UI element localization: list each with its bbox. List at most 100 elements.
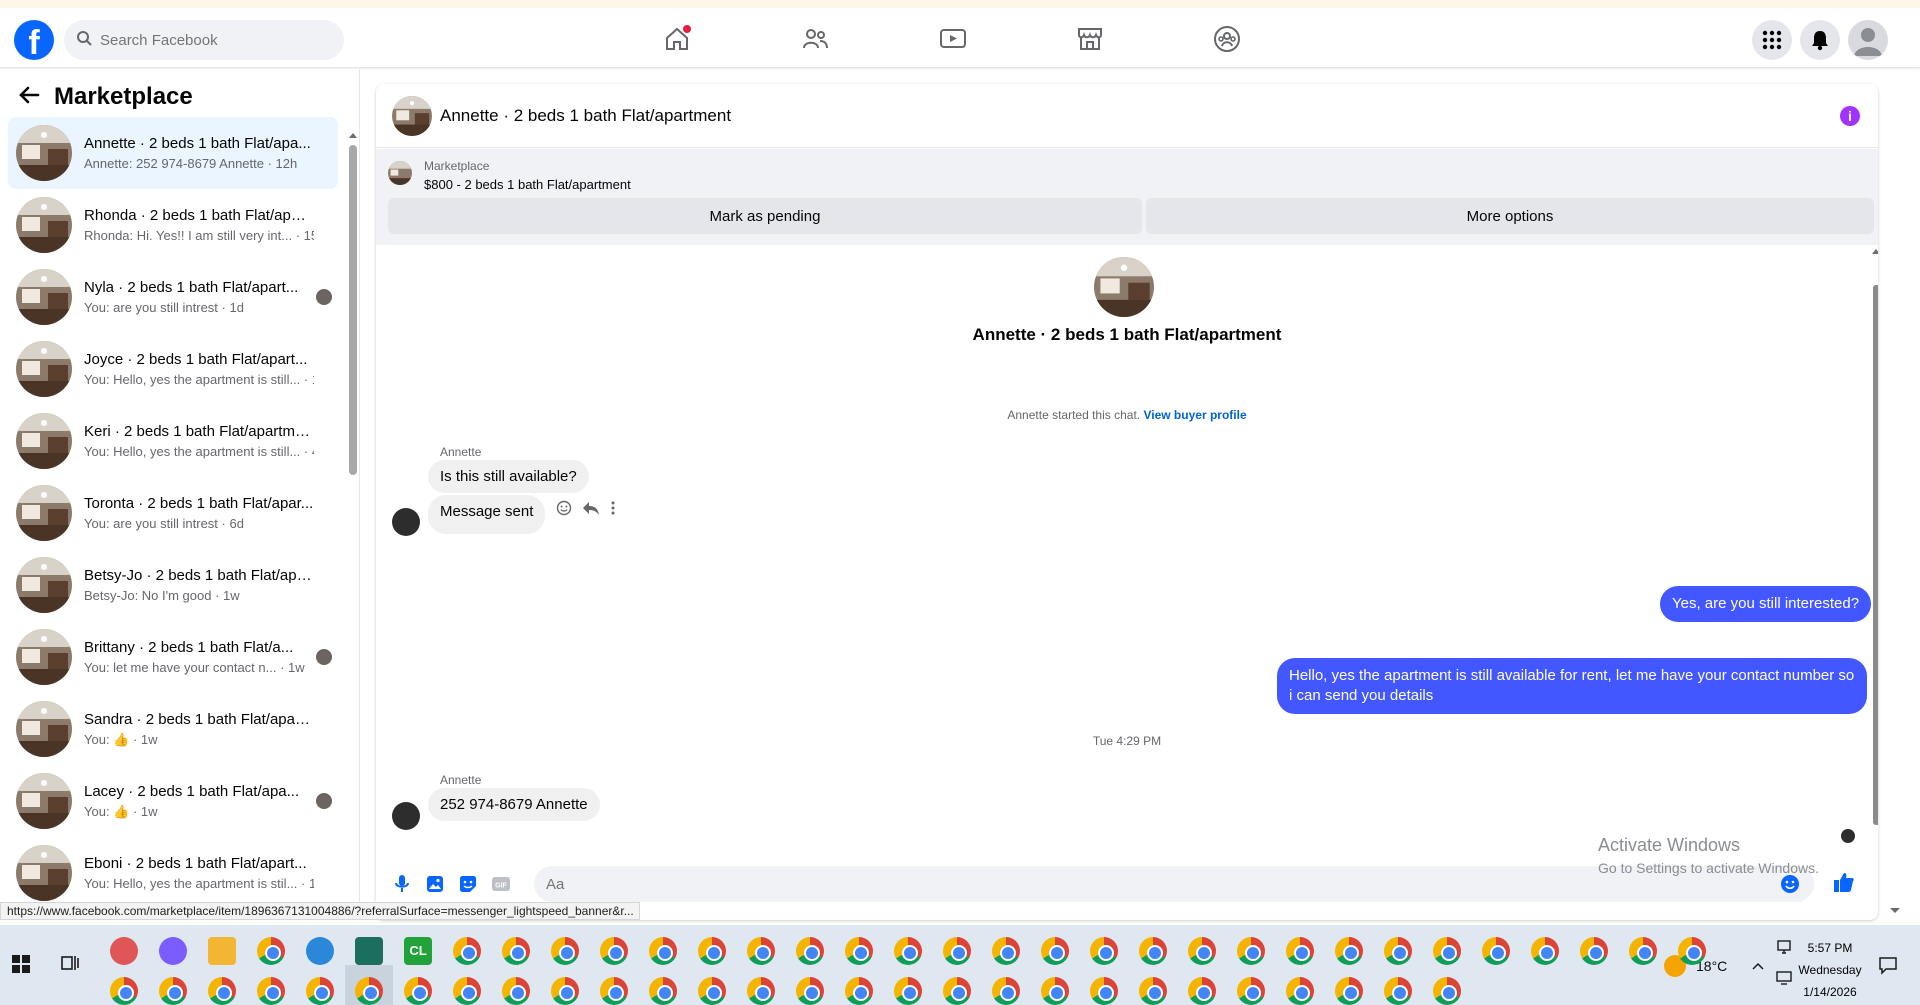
chrome-profile-icon[interactable] [1188, 937, 1216, 965]
more-vertical-icon[interactable] [610, 500, 616, 521]
listing-price-title[interactable]: $800 - 2 beds 1 bath Flat/apartment [424, 177, 631, 192]
chrome-profile-icon[interactable] [1237, 977, 1265, 1005]
chrome-profile-icon[interactable] [698, 977, 726, 1005]
chat-title[interactable]: Annette · 2 beds 1 bath Flat/apartment [440, 106, 731, 126]
outgoing-message[interactable]: Hello, yes the apartment is still availa… [1277, 658, 1867, 714]
chrome-profile-icon[interactable] [1384, 977, 1412, 1005]
reply-icon[interactable] [582, 500, 600, 521]
conversation-item[interactable]: Annette · 2 beds 1 bath Flat/apa... Annet… [8, 117, 338, 189]
chrome-profile-icon[interactable] [404, 977, 432, 1005]
back-arrow-icon[interactable] [18, 85, 40, 110]
buyer-avatar[interactable] [392, 802, 420, 830]
info-icon[interactable]: i [1840, 106, 1860, 126]
craigslist-app-icon[interactable]: CL [404, 937, 432, 965]
chrome-profile-icon[interactable] [1090, 977, 1118, 1005]
view-buyer-profile-link[interactable]: View buyer profile [1143, 408, 1246, 422]
page-scrollbar[interactable] [1888, 69, 1902, 920]
chrome-profile-icon[interactable] [551, 937, 579, 965]
chrome-profile-icon[interactable] [1286, 937, 1314, 965]
chrome-profile-icon[interactable] [502, 937, 530, 965]
incoming-message[interactable]: Message sent [428, 495, 546, 534]
microphone-icon[interactable] [388, 870, 416, 898]
chrome-profile-icon[interactable] [1286, 977, 1314, 1005]
react-emoji-icon[interactable] [556, 500, 572, 521]
outgoing-message[interactable]: Yes, are you still interested? [1660, 586, 1872, 622]
chrome-profile-icon[interactable] [845, 977, 873, 1005]
chrome-profile-icon[interactable] [1139, 937, 1167, 965]
chrome-profile-icon[interactable] [747, 937, 775, 965]
conversation-item[interactable]: Eboni · 2 beds 1 bath Flat/apart... You: … [8, 837, 338, 909]
chrome-profile-icon[interactable] [110, 977, 138, 1005]
chrome-profile-icon[interactable] [1335, 937, 1363, 965]
chrome-profile-icon[interactable] [159, 977, 187, 1005]
conversation-item[interactable]: Sandra · 2 beds 1 bath Flat/apart... You:… [8, 693, 338, 765]
chrome-profile-icon[interactable] [992, 977, 1020, 1005]
task-view-icon[interactable] [60, 953, 80, 978]
notification-center-icon[interactable] [1878, 955, 1898, 980]
photo-icon[interactable] [421, 870, 449, 898]
paint-app-icon[interactable] [110, 937, 138, 965]
like-thumb-icon[interactable] [1830, 868, 1858, 896]
conversation-item[interactable]: Lacey · 2 beds 1 bath Flat/apa... You: 👍 … [8, 765, 338, 837]
chrome-profile-icon[interactable] [1335, 977, 1363, 1005]
thread-scrollbar[interactable] [1872, 245, 1878, 845]
chrome-profile-icon[interactable] [1580, 937, 1608, 965]
chrome-profile-icon[interactable] [1384, 937, 1412, 965]
conversation-item[interactable]: Toronta · 2 beds 1 bath Flat/apar... You:… [8, 477, 338, 549]
incoming-message[interactable]: Is this still available? [428, 460, 589, 493]
friends-icon[interactable] [798, 22, 832, 56]
chrome-profile-icon[interactable] [796, 977, 824, 1005]
windows-start-icon[interactable] [12, 955, 30, 978]
system-clock[interactable]: 5:57 PM Wednesday 1/14/2026 [1790, 937, 1870, 1003]
mark-pending-button[interactable]: Mark as pending [388, 198, 1142, 234]
chrome-profile-icon[interactable] [306, 977, 334, 1005]
chrome-profile-icon[interactable] [1237, 937, 1265, 965]
marketplace-icon[interactable] [1073, 22, 1107, 56]
chrome-profile-icon[interactable] [355, 977, 383, 1005]
chrome-profile-icon[interactable] [600, 977, 628, 1005]
chrome-profile-icon[interactable] [1090, 937, 1118, 965]
buyer-avatar[interactable] [392, 508, 420, 536]
chrome-profile-icon[interactable] [1531, 937, 1559, 965]
conversation-item[interactable]: Rhonda · 2 beds 1 bath Flat/apar... Rhond… [8, 189, 338, 261]
chrome-profile-icon[interactable] [649, 937, 677, 965]
chrome-profile-icon[interactable] [257, 977, 285, 1005]
chrome-profile-icon[interactable] [698, 937, 726, 965]
gif-icon[interactable]: GIF [487, 870, 515, 898]
chrome-profile-icon[interactable] [845, 937, 873, 965]
chrome-profile-icon[interactable] [796, 937, 824, 965]
chrome-profile-icon[interactable] [943, 977, 971, 1005]
chrome-profile-icon[interactable] [649, 977, 677, 1005]
listing-small-thumbnail[interactable] [388, 161, 412, 185]
chrome-profile-icon[interactable] [257, 937, 285, 965]
chrome-profile-icon[interactable] [894, 977, 922, 1005]
chrome-profile-icon[interactable] [551, 977, 579, 1005]
more-options-button[interactable]: More options [1146, 198, 1874, 234]
chrome-profile-icon[interactable] [1482, 937, 1510, 965]
chrome-profile-icon[interactable] [1041, 977, 1069, 1005]
conversation-item[interactable]: Nyla · 2 beds 1 bath Flat/apart... You: a… [8, 261, 338, 333]
chrome-profile-icon[interactable] [453, 977, 481, 1005]
chrome-profile-icon[interactable] [600, 937, 628, 965]
tray-chevron-icon[interactable] [1752, 957, 1764, 975]
listing-thumbnail[interactable] [392, 95, 432, 136]
copilot-icon[interactable] [159, 937, 187, 965]
chrome-profile-icon[interactable] [1041, 937, 1069, 965]
bell-icon[interactable] [1800, 20, 1840, 60]
incoming-message[interactable]: 252 974-8679 Annette [428, 788, 600, 821]
search-box[interactable] [64, 20, 344, 60]
chrome-profile-icon[interactable] [747, 977, 775, 1005]
chrome-profile-icon[interactable] [502, 977, 530, 1005]
chrome-profile-icon[interactable] [208, 977, 236, 1005]
telegram-icon[interactable] [306, 937, 334, 965]
search-input[interactable] [100, 31, 320, 49]
file-explorer-icon[interactable] [208, 937, 236, 965]
conversation-item[interactable]: Keri · 2 beds 1 bath Flat/apartme... You:… [8, 405, 338, 477]
chrome-profile-icon[interactable] [1629, 937, 1657, 965]
chrome-profile-icon[interactable] [943, 937, 971, 965]
groups-icon[interactable] [1210, 22, 1244, 56]
video-icon[interactable] [936, 22, 970, 56]
conversation-item[interactable]: Betsy-Jo · 2 beds 1 bath Flat/apa... Bets… [8, 549, 338, 621]
chrome-profile-icon[interactable] [1433, 937, 1461, 965]
chrome-profile-icon[interactable] [1433, 977, 1461, 1005]
